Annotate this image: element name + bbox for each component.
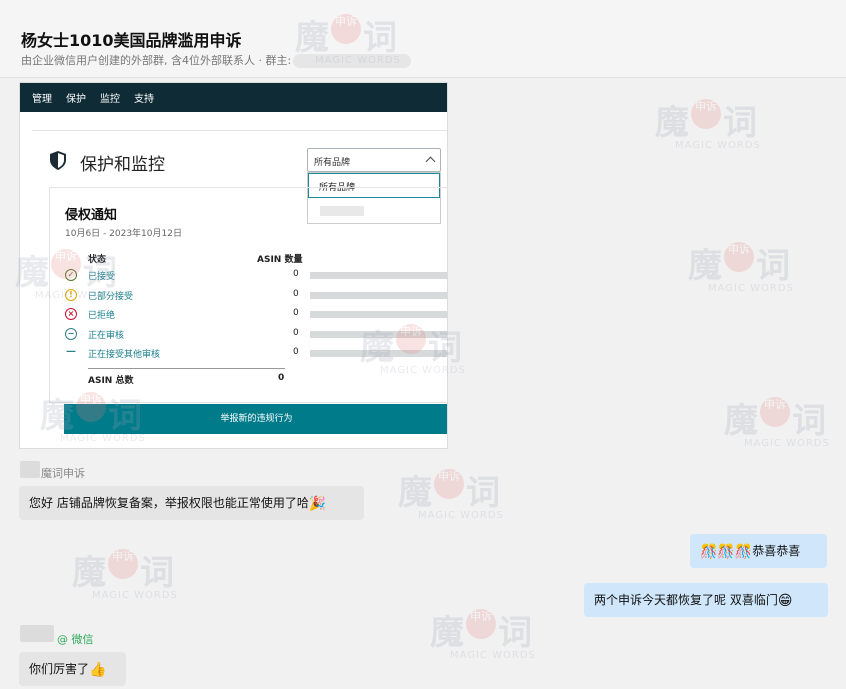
chat-title: 杨女士1010美国品牌滥用申诉 — [21, 31, 242, 50]
status-label[interactable]: 正在接受其他审核 — [88, 347, 160, 360]
check-icon: ✓ — [65, 269, 77, 281]
x-circle-icon: × — [65, 308, 77, 320]
shield-icon — [50, 151, 66, 170]
status-row: ! 已部分接受 0 — [65, 287, 447, 303]
brand-select[interactable]: 所有品牌 — [307, 148, 441, 172]
thumbs-up-icon: 👍 — [89, 661, 107, 678]
card-bottom — [64, 434, 447, 448]
party-popper-icon: 🎉 — [308, 495, 327, 512]
sender-name: 魔词申诉 — [41, 467, 85, 480]
avatar[interactable] — [20, 625, 54, 642]
report-violation-button[interactable]: 举报新的违规行为 — [64, 404, 447, 434]
avatar[interactable] — [20, 461, 40, 478]
status-count: 0 — [293, 308, 299, 318]
col-count-header: ASIN 数量 — [257, 255, 303, 265]
protection-heading: 保护和监控 — [80, 155, 165, 175]
grin-emoji-icon: 😁 — [777, 592, 793, 609]
status-row: ✓ 已接受 0 — [65, 267, 447, 283]
status-label[interactable]: 正在审核 — [88, 328, 124, 341]
status-label[interactable]: 已拒绝 — [88, 308, 115, 321]
status-count: 0 — [293, 289, 299, 299]
total-value: 0 — [278, 373, 285, 383]
owner-name-redacted — [293, 54, 412, 68]
chat-subtitle: 由企业微信用户创建的外部群, 含4位外部联系人 · 群主: — [21, 52, 412, 68]
watermark-logo: 魔申诉词 MAGIC WORDS — [724, 397, 830, 449]
infringement-card: 侵权通知 10月6日 - 2023年10月12日 状态 ASIN 数量 ✓ 已接… — [49, 187, 447, 403]
watermark-logo: 魔申诉词 MAGIC WORDS — [430, 609, 536, 661]
date-range: 10月6日 - 2023年10月12日 — [65, 229, 182, 239]
firecracker-icon: 🎊🎊🎊 — [700, 543, 753, 560]
col-status-header: 状态 — [88, 255, 107, 265]
nav-item-monitor: 监控 — [100, 94, 120, 105]
minus-circle-icon: − — [65, 328, 77, 340]
nav-item-support: 支持 — [134, 94, 154, 105]
message-bubble[interactable]: 两个申诉今天都恢复了呢 双喜临门😁 — [584, 583, 828, 617]
seller-nav-bar: 管理 保护 监控 支持 — [20, 83, 447, 112]
status-row: × 已拒绝 0 — [65, 306, 447, 322]
watermark-logo: 魔申诉词 MAGIC WORDS — [655, 99, 761, 151]
status-row: — 正在接受其他审核 0 — [65, 345, 447, 361]
watermark-logo: 魔申诉词 MAGIC WORDS — [398, 469, 504, 521]
total-label: ASIN 总数 — [88, 376, 134, 386]
total-divider — [88, 368, 285, 369]
status-bar — [310, 292, 447, 299]
status-label[interactable]: 已部分接受 — [88, 289, 133, 302]
sender-name: @ 微信 — [57, 633, 94, 646]
message-bubble[interactable]: 您好 店铺品牌恢复备案，举报权限也能正常使用了哈🎉 — [19, 486, 364, 520]
screenshot-image-message[interactable]: 管理 保护 监控 支持 保护和监控 所有品牌 所有品牌 侵权通知 10月6日 -… — [19, 82, 448, 449]
status-bar — [310, 272, 447, 279]
status-bar — [310, 311, 447, 318]
status-count: 0 — [293, 347, 299, 357]
chat-header: 杨女士1010美国品牌滥用申诉 由企业微信用户创建的外部群, 含4位外部联系人 … — [0, 0, 846, 78]
nav-item-manage: 管理 — [32, 94, 52, 105]
status-label[interactable]: 已接受 — [88, 269, 115, 282]
card-title: 侵权通知 — [65, 208, 118, 223]
message-bubble[interactable]: 你们厉害了👍 — [19, 652, 126, 686]
nav-item-protect: 保护 — [66, 94, 86, 105]
status-row: − 正在审核 0 — [65, 326, 447, 342]
watermark-logo: 魔申诉词 MAGIC WORDS — [72, 549, 178, 601]
status-count: 0 — [293, 269, 299, 279]
warning-icon: ! — [65, 289, 77, 301]
message-bubble[interactable]: 🎊🎊🎊恭喜恭喜 — [690, 534, 827, 568]
dash-icon: — — [66, 346, 76, 357]
status-bar — [310, 331, 447, 338]
watermark-logo: 魔申诉词 MAGIC WORDS — [688, 242, 794, 294]
chevron-up-icon — [425, 156, 436, 167]
status-count: 0 — [293, 328, 299, 338]
status-bar — [310, 350, 447, 357]
